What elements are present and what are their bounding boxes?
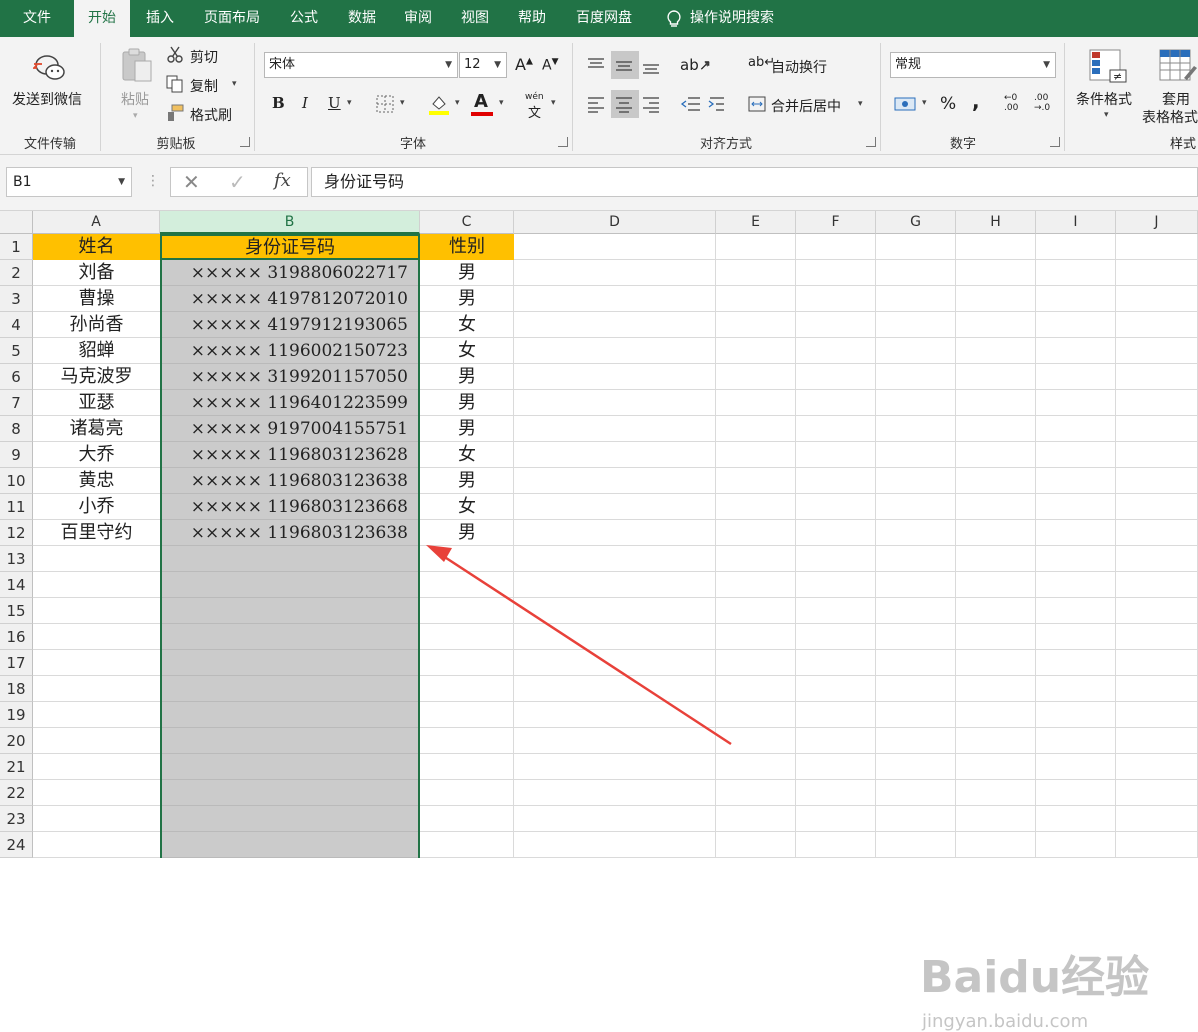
group-file-transfer-label: 文件传输	[23, 137, 76, 152]
conditional-format-dropdown-arrow[interactable]: ▾	[1104, 110, 1109, 120]
enter-icon[interactable]: ✓	[229, 170, 246, 194]
copy-dropdown-arrow[interactable]: ▾	[232, 79, 237, 89]
group-alignment-label: 对齐方式	[699, 137, 752, 152]
clipboard-launcher[interactable]	[240, 137, 250, 147]
border-icon[interactable]	[376, 95, 394, 113]
increase-font-icon[interactable]: A▲	[515, 55, 533, 74]
tab-review[interactable]: 审阅	[390, 0, 446, 37]
group-styles-label: 样式	[1170, 137, 1197, 152]
number-format-value: 常规	[895, 57, 922, 72]
number-launcher[interactable]	[1050, 137, 1060, 147]
wrap-text-button[interactable]: 自动换行	[771, 57, 827, 77]
percent-button[interactable]: %	[940, 94, 956, 114]
worksheet-grid: ABCDEFGHIJ 1 2 3 4 5 6 7 8 9 10 11 12 13 14 15 16 17 18 19…	[0, 211, 1198, 1032]
merge-center-button[interactable]: 合并后居中	[771, 96, 841, 116]
currency-dropdown-arrow[interactable]: ▾	[922, 98, 927, 108]
orientation-dropdown-arrow[interactable]: ▾	[705, 60, 710, 70]
phonetic-dropdown-arrow[interactable]: ▾	[551, 98, 556, 108]
indent-icons[interactable]	[680, 95, 728, 115]
font-color-swatch	[471, 112, 493, 116]
wechat-send-icon[interactable]	[33, 51, 67, 85]
svg-text:≠: ≠	[1113, 70, 1122, 83]
formula-bar: B1 ▼ ⋮ ✕ ✓ fx 身份证号码	[0, 155, 1198, 211]
scissors-icon	[167, 46, 183, 63]
tell-me-search[interactable]: 操作说明搜索	[690, 0, 800, 37]
italic-button[interactable]: I	[302, 94, 308, 112]
tab-view[interactable]: 视图	[446, 0, 504, 37]
send-to-wechat-label[interactable]: 发送到微信	[12, 89, 82, 109]
tab-home[interactable]: 开始	[74, 0, 130, 37]
watermark-url: jingyan.baidu.com	[922, 1011, 1089, 1032]
font-size-select[interactable]: 12 ▼	[459, 52, 507, 78]
phonetic-pinyin[interactable]: wén	[525, 92, 544, 102]
font-launcher[interactable]	[558, 137, 568, 147]
bold-button[interactable]: B	[272, 94, 285, 112]
vertical-align-icons[interactable]	[586, 56, 666, 76]
horizontal-align-icons[interactable]	[586, 95, 666, 115]
format-painter-button[interactable]: 格式刷	[190, 105, 232, 125]
increase-decimal-icon[interactable]: ←0.00	[1004, 93, 1018, 113]
conditional-format-icon[interactable]: ≠	[1088, 48, 1128, 84]
copy-icon	[166, 75, 183, 93]
formula-buttons: ✕ ✓ fx	[170, 167, 308, 197]
table-format-icon[interactable]	[1158, 48, 1198, 84]
underline-button[interactable]: U	[328, 94, 341, 112]
insert-function-icon[interactable]: fx	[274, 170, 291, 191]
alignment-launcher[interactable]	[866, 137, 876, 147]
menu-bar: 文件 开始 插入 页面布局 公式 数据 审阅 视图 帮助 百度网盘 操作说明搜索	[0, 0, 1198, 37]
font-color-dropdown-arrow[interactable]: ▾	[499, 98, 504, 108]
number-format-select[interactable]: 常规 ▼	[890, 52, 1056, 78]
name-box-value: B1	[13, 174, 32, 190]
annotation-arrow	[426, 545, 732, 746]
tab-baidu-netdisk[interactable]: 百度网盘	[560, 0, 648, 37]
more-icon: ⋮	[146, 173, 160, 189]
copy-button[interactable]: 复制	[190, 76, 218, 96]
tab-help[interactable]: 帮助	[504, 0, 560, 37]
group-font-label: 字体	[399, 137, 426, 152]
merge-dropdown-arrow[interactable]: ▾	[858, 99, 863, 109]
group-clipboard-label: 剪贴板	[156, 137, 196, 152]
group-number-label: 数字	[949, 137, 976, 152]
paste-label[interactable]: 粘贴	[121, 89, 149, 109]
font-name-select[interactable]: 宋体 ▼	[264, 52, 458, 78]
phonetic-guide-icon[interactable]: 文	[528, 102, 541, 121]
decrease-font-icon[interactable]: A▼	[542, 57, 559, 74]
chevron-down-icon: ▼	[445, 60, 452, 70]
tab-file[interactable]: 文件	[0, 0, 74, 37]
conditional-format-button[interactable]: 条件格式	[1076, 89, 1132, 109]
tab-page-layout[interactable]: 页面布局	[190, 0, 274, 37]
paste-dropdown-arrow[interactable]: ▾	[133, 111, 138, 121]
currency-icon[interactable]	[894, 95, 916, 113]
ribbon-separator	[1064, 43, 1065, 151]
formula-input[interactable]: 身份证号码	[311, 167, 1198, 197]
paste-icon[interactable]	[119, 47, 155, 83]
font-name-value: 宋体	[269, 57, 296, 72]
font-size-value: 12	[464, 57, 481, 72]
table-format-button[interactable]: 套用	[1162, 89, 1190, 109]
ribbon: 发送到微信 文件传输 粘贴 ▾ 剪切 复制 ▾ 格式刷 剪贴板 宋体 ▼ 12 …	[0, 37, 1198, 155]
name-box[interactable]: B1 ▼	[6, 167, 132, 197]
lightbulb-icon	[667, 10, 681, 27]
tab-data[interactable]: 数据	[334, 0, 390, 37]
fill-color-icon[interactable]	[428, 93, 450, 115]
watermark: Baidu经验	[920, 952, 1150, 1003]
comma-button[interactable]: ,	[972, 89, 980, 113]
format-painter-icon	[168, 104, 184, 121]
arrow-shaft	[439, 552, 732, 746]
tab-formulas[interactable]: 公式	[274, 0, 334, 37]
merge-center-icon	[748, 96, 766, 112]
cancel-icon[interactable]: ✕	[183, 170, 200, 194]
chevron-down-icon: ▼	[494, 60, 501, 70]
font-color-icon[interactable]: A	[474, 91, 488, 112]
tab-insert[interactable]: 插入	[130, 0, 190, 37]
table-format-button-line2[interactable]: 表格格式	[1142, 107, 1198, 127]
underline-dropdown-arrow[interactable]: ▾	[347, 98, 352, 108]
chevron-down-icon: ▼	[118, 177, 125, 187]
cut-button[interactable]: 剪切	[190, 47, 218, 67]
fill-color-dropdown-arrow[interactable]: ▾	[455, 98, 460, 108]
decrease-decimal-icon[interactable]: .00 →.0	[1034, 93, 1050, 113]
chevron-down-icon: ▼	[1043, 60, 1050, 70]
border-dropdown-arrow[interactable]: ▾	[400, 98, 405, 108]
